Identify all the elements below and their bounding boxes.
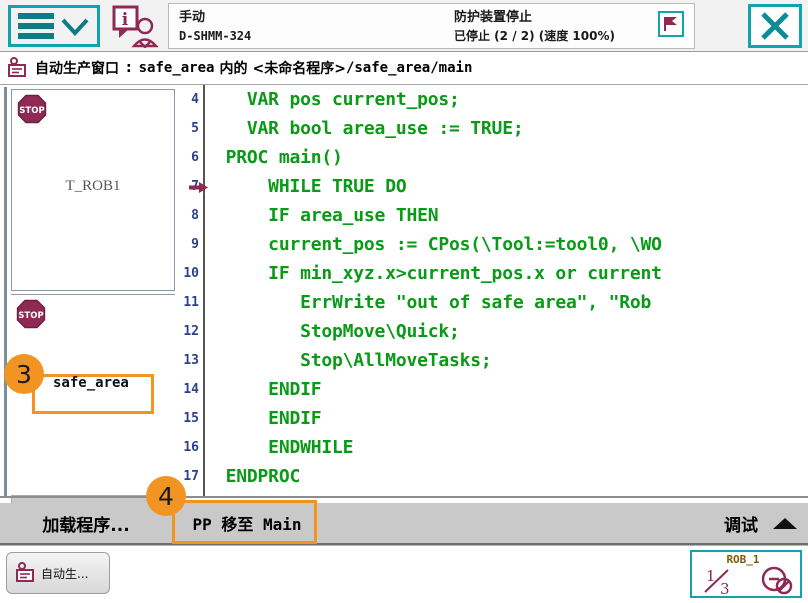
module-panel[interactable]: STOP [11, 294, 175, 494]
code-line[interactable]: 11 ErrWrite "out of safe area", "Rob [175, 288, 808, 317]
debug-button[interactable]: 调试 [724, 511, 758, 536]
taskbar: 自动生... ROB_1 1 3 [0, 545, 808, 603]
code-line-text: IF area_use THEN [215, 205, 438, 226]
svg-text:STOP: STOP [18, 311, 43, 321]
controller-status-panel[interactable]: 手动 D-SHMM-324 防护装置停止 已停止 (2 / 2) (速度 100… [168, 3, 695, 49]
code-line-number: 9 [175, 237, 201, 252]
taskbar-divider [0, 545, 808, 546]
code-line-number: 15 [175, 411, 201, 426]
code-line[interactable]: 14 ENDIF [175, 375, 808, 404]
code-line-number: 5 [175, 121, 201, 136]
production-window-icon [6, 57, 28, 79]
chevron-down-icon [60, 15, 90, 37]
code-line-number: 14 [175, 382, 201, 397]
program-code-pane[interactable]: 4 VAR pos current_pos;5 VAR bool area_us… [175, 85, 808, 497]
callout-badge-4: 4 [146, 476, 186, 516]
program-pointer-arrow-icon [189, 182, 208, 193]
info-operator-icon[interactable]: i [110, 4, 158, 48]
code-line-text: IF min_xyz.x>current_pos.x or current [215, 263, 662, 284]
code-line-text: ENDIF [215, 408, 321, 429]
flexpendant-screen: i 手动 D-SHMM-324 防护装置停止 已停止 (2 / 2) (速度 1… [0, 0, 808, 603]
code-line[interactable]: 13 Stop\AllMoveTasks; [175, 346, 808, 375]
code-line-number: 16 [175, 440, 201, 455]
svg-text:i: i [122, 10, 129, 30]
stop-sign-icon: STOP [16, 299, 46, 329]
quickset-panel[interactable]: ROB_1 1 3 [690, 550, 802, 598]
quickset-stop-icon[interactable] [760, 565, 794, 595]
operating-mode: 手动 [179, 8, 251, 27]
breadcrumb-path: /safe_area/main [346, 60, 472, 76]
code-line-text: ENDPROC [215, 466, 300, 487]
code-line[interactable]: 16 ENDWHILE [175, 433, 808, 462]
breadcrumb-program: <未命名程序> [252, 58, 345, 78]
svg-text:STOP: STOP [19, 106, 44, 116]
stop-sign-icon: STOP [17, 94, 47, 124]
code-line-text: ErrWrite "out of safe area", "Rob [215, 292, 651, 313]
hamburger-menu-icon [18, 13, 54, 39]
code-line-text: VAR bool area_use := TRUE; [215, 118, 523, 139]
status-right-column: 防护装置停止 已停止 (2 / 2) (速度 100%) [454, 8, 615, 46]
close-x-icon [759, 10, 791, 42]
task-sidebar: STOP T_ROB1 STOP safe_area [4, 87, 172, 497]
code-line-number: 6 [175, 150, 201, 165]
status-left-column: 手动 D-SHMM-324 [179, 8, 251, 46]
main-content: STOP T_ROB1 STOP safe_area 4 VAR pos cur… [0, 85, 808, 503]
code-line-number: 13 [175, 353, 201, 368]
top-status-bar: i 手动 D-SHMM-324 防护装置停止 已停止 (2 / 2) (速度 1… [0, 0, 808, 52]
code-line[interactable]: 9 current_pos := CPos(\Tool:=tool0, \WO [175, 230, 808, 259]
speed-fraction-indicator: 1 3 [702, 564, 746, 596]
task-name-label: T_ROB1 [12, 178, 174, 195]
breadcrumb-window-title: 自动生产窗口 [35, 58, 119, 78]
code-line-number: 12 [175, 324, 201, 339]
code-line-text: StopMove\Quick; [215, 321, 460, 342]
execution-state: 已停止 (2 / 2) (速度 100%) [454, 27, 615, 46]
breadcrumb-middle: 内的 [219, 58, 247, 78]
callout-badge-3: 3 [4, 354, 44, 394]
controller-name: D-SHMM-324 [179, 27, 251, 46]
code-line-text: Stop\AllMoveTasks; [215, 350, 492, 371]
action-toolbar: 加载程序... PP 移至 Main 调试 [0, 503, 808, 545]
breadcrumb: 自动生产窗口 : safe_area 内的 <未命名程序> /safe_area… [0, 52, 808, 85]
svg-text:3: 3 [720, 580, 730, 596]
production-window-icon [14, 562, 36, 584]
caret-up-icon[interactable] [772, 516, 798, 530]
code-line-number: 11 [175, 295, 201, 310]
content-divider [0, 496, 808, 498]
code-line[interactable]: 7 WHILE TRUE DO [175, 172, 808, 201]
action-toolbar-right: 调试 [724, 511, 808, 536]
code-line[interactable]: 5 VAR bool area_use := TRUE; [175, 114, 808, 143]
event-flag-icon[interactable] [658, 11, 684, 37]
code-line-text: ENDIF [215, 379, 321, 400]
pp-to-main-button[interactable]: PP 移至 Main [172, 502, 322, 544]
code-line-text: WHILE TRUE DO [215, 176, 406, 197]
taskbar-app-label: 自动生... [41, 565, 88, 582]
code-line-number: 8 [175, 208, 201, 223]
code-line-text: PROC main() [215, 147, 343, 168]
code-line[interactable]: 10 IF min_xyz.x>current_pos.x or current [175, 259, 808, 288]
breadcrumb-module: safe_area [139, 60, 215, 76]
code-line[interactable]: 17 ENDPROC [175, 462, 808, 491]
breadcrumb-separator: : [126, 60, 132, 76]
close-button[interactable] [748, 4, 802, 48]
code-line-number: 10 [175, 266, 201, 281]
code-line-text: current_pos := CPos(\Tool:=tool0, \WO [215, 234, 662, 255]
taskbar-app-button[interactable]: 自动生... [6, 552, 110, 594]
code-line-number: 4 [175, 92, 201, 107]
code-line[interactable]: 4 VAR pos current_pos; [175, 85, 808, 114]
code-line[interactable]: 15 ENDIF [175, 404, 808, 433]
task-panel-t-rob1[interactable]: STOP T_ROB1 [11, 89, 175, 291]
code-lines: 4 VAR pos current_pos;5 VAR bool area_us… [175, 85, 808, 491]
safety-state: 防护装置停止 [454, 8, 615, 27]
code-line-text: ENDWHILE [215, 437, 353, 458]
main-menu-button[interactable] [8, 5, 100, 47]
code-line[interactable]: 6 PROC main() [175, 143, 808, 172]
load-program-button[interactable]: 加载程序... [0, 502, 172, 544]
module-label-safe-area[interactable]: safe_area [53, 375, 129, 391]
code-line-text: VAR pos current_pos; [215, 89, 460, 110]
code-line[interactable]: 12 StopMove\Quick; [175, 317, 808, 346]
code-line[interactable]: 8 IF area_use THEN [175, 201, 808, 230]
